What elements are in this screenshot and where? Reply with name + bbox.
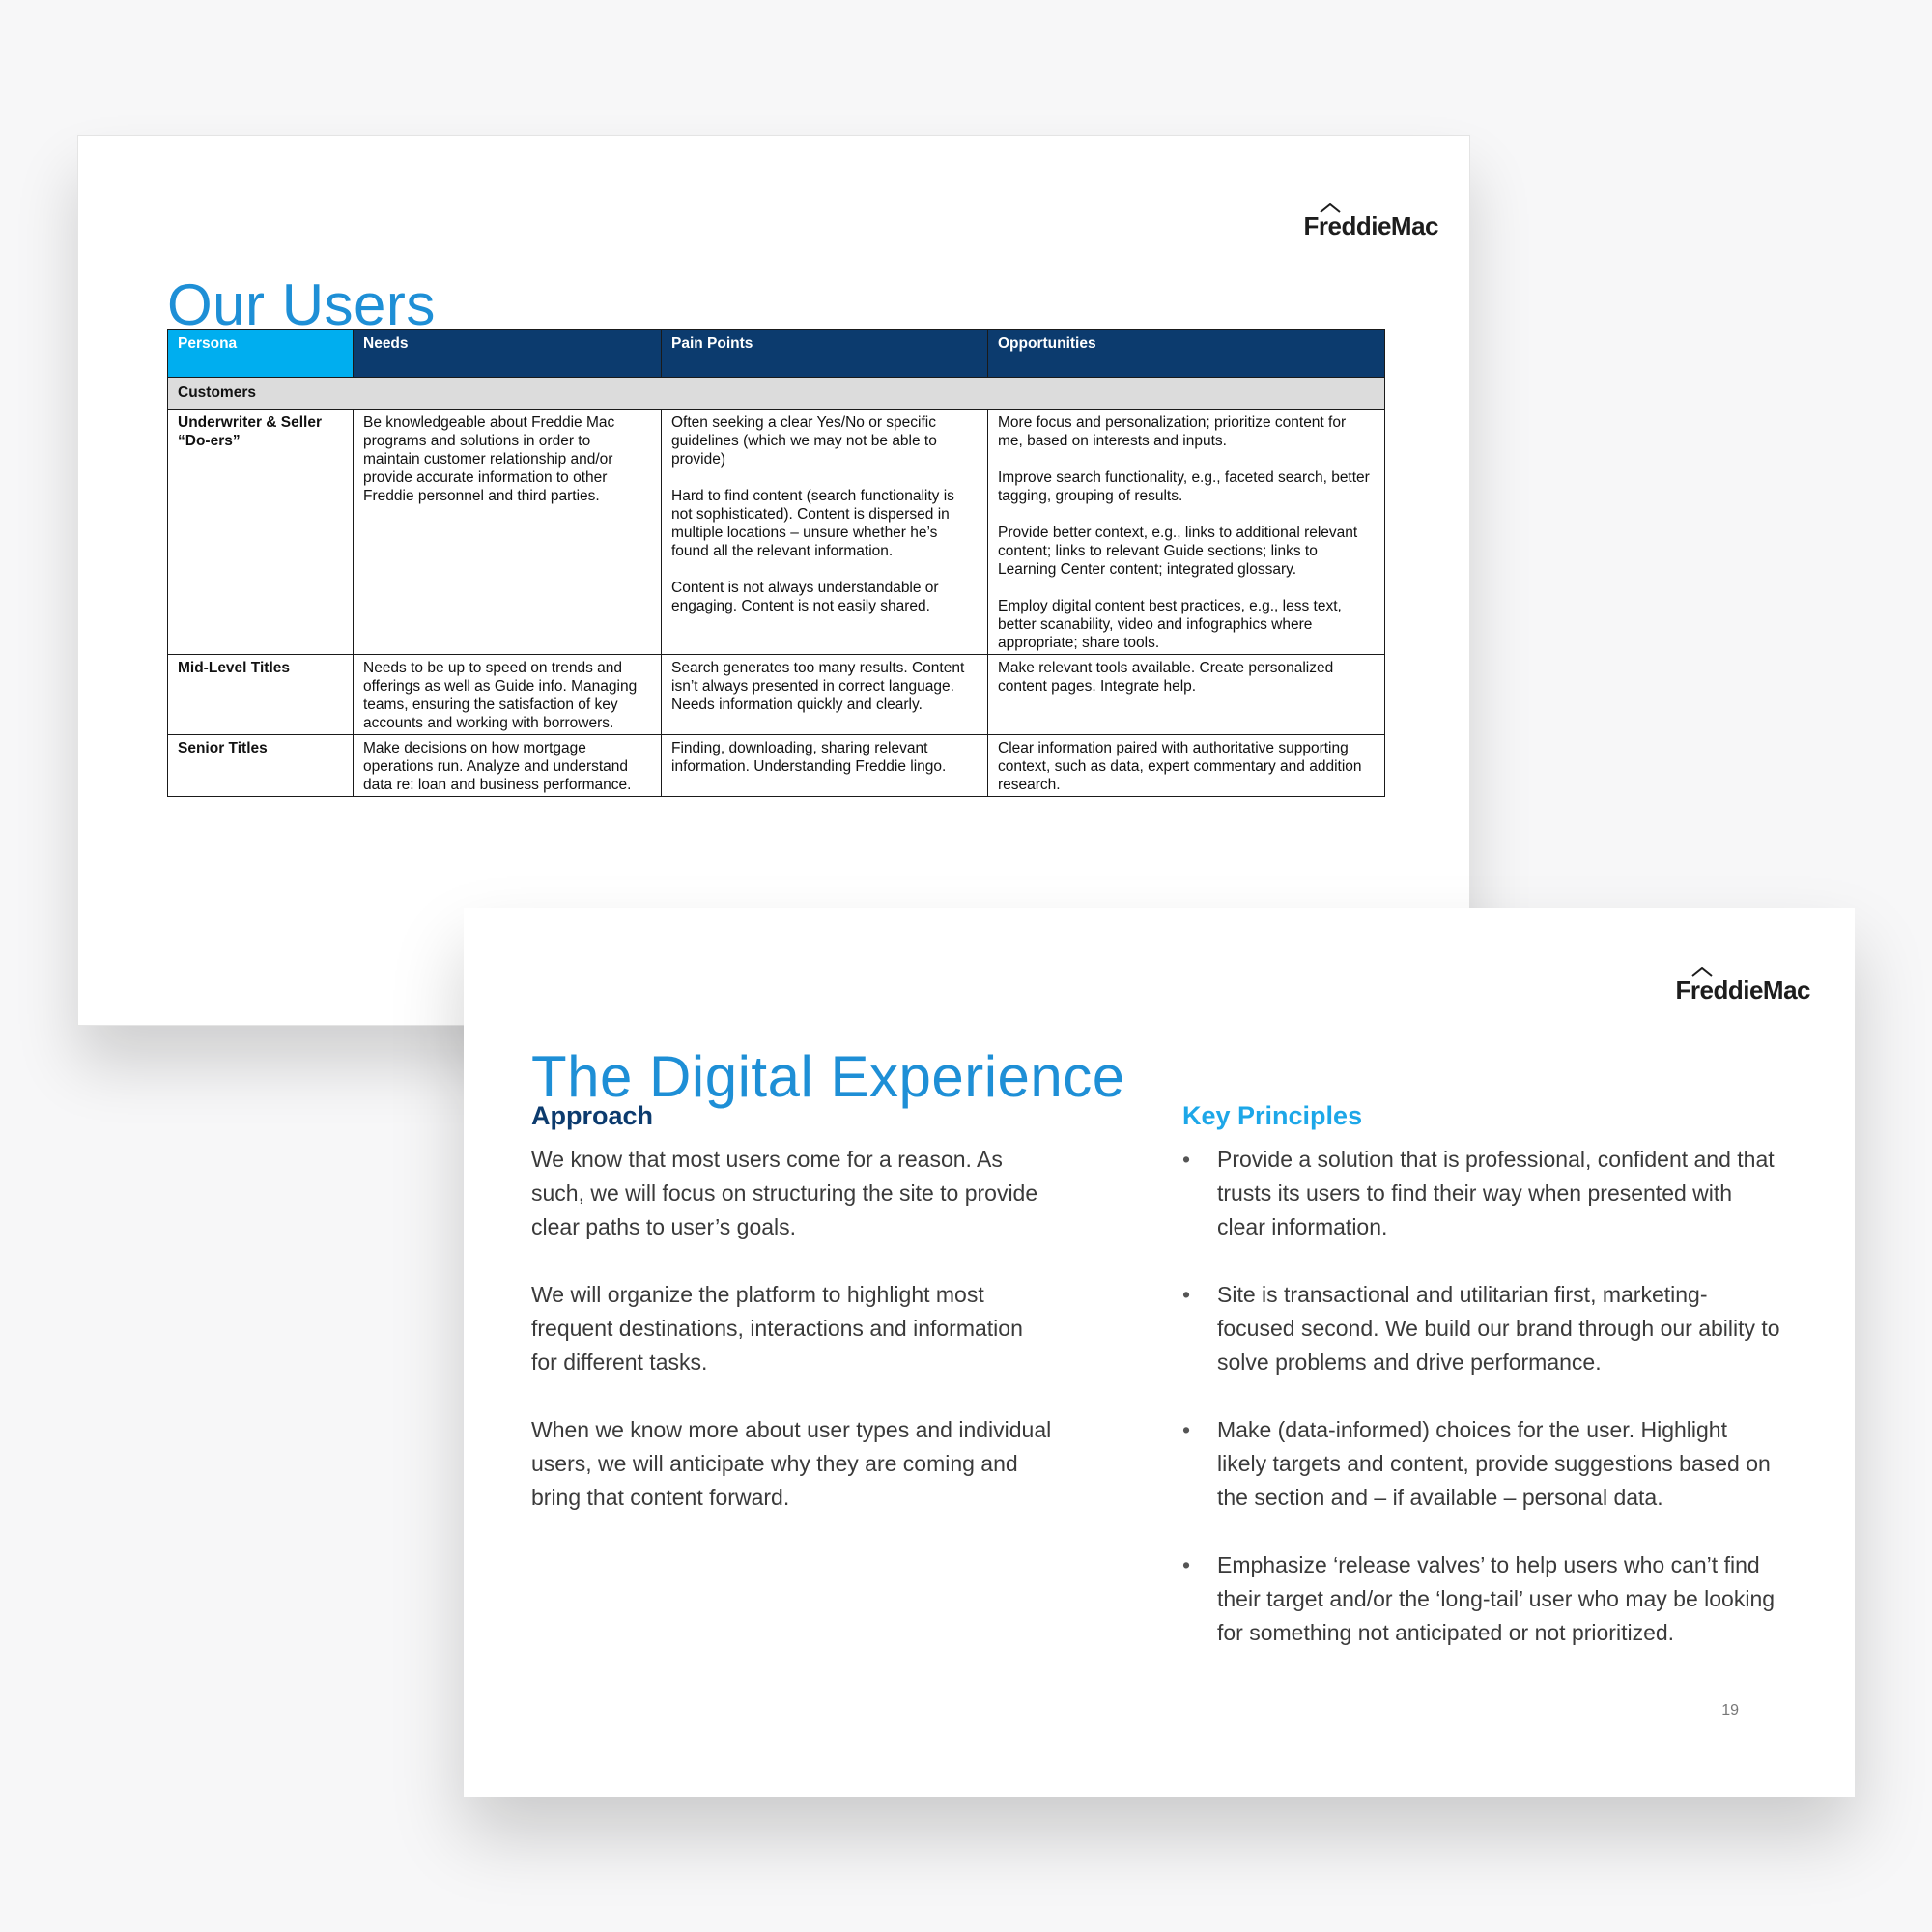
page-title: The Digital Experience <box>531 1044 1125 1110</box>
pain-points-cell: Finding, downloading, sharing relevant i… <box>661 734 988 797</box>
persona-cell: Senior Titles <box>167 734 354 797</box>
table-header-row: Persona Needs Pain Points Opportunities <box>167 329 1385 378</box>
cell-paragraph: Make decisions on how mortgage operation… <box>363 740 632 793</box>
approach-heading: Approach <box>531 1101 654 1130</box>
bullet-icon: • <box>1182 1282 1191 1307</box>
table-row: Mid-Level Titles Needs to be up to speed … <box>167 654 1385 735</box>
principle-item: • Emphasize ‘release valves’ to help user… <box>1182 1548 1781 1650</box>
persona-cell: Underwriter & Seller “Do-ers” <box>167 409 354 655</box>
cell-paragraph: Provide better context, e.g., links to a… <box>998 525 1358 578</box>
persona-cell: Mid-Level Titles <box>167 654 354 735</box>
principle-text: Provide a solution that is professional,… <box>1217 1147 1775 1239</box>
principle-item: • Make (data-informed) choices for the us… <box>1182 1413 1781 1515</box>
opportunities-cell: Make relevant tools available. Create pe… <box>987 654 1385 735</box>
slide-digital-experience: FreddieMac The Digital Experience Approa… <box>464 908 1855 1797</box>
column-header: Opportunities <box>987 329 1385 378</box>
page-number: 19 <box>1721 1702 1739 1719</box>
pain-points-cell: Often seeking a clear Yes/No or specific… <box>661 409 988 655</box>
key-principles-list: • Provide a solution that is professional… <box>1182 1143 1781 1650</box>
approach-paragraphs: We know that most users come for a reaso… <box>531 1143 1053 1515</box>
table-row: Senior Titles Make decisions on how mortg… <box>167 734 1385 797</box>
cell-paragraph: Improve search functionality, e.g., face… <box>998 469 1370 504</box>
cell-paragraph: Often seeking a clear Yes/No or specific… <box>671 414 937 468</box>
column-header: Persona <box>167 329 354 378</box>
cell-paragraph: More focus and personalization; prioriti… <box>998 414 1347 449</box>
group-label: Customers <box>167 377 1385 410</box>
approach-paragraph: We will organize the platform to highlig… <box>531 1282 1023 1375</box>
logo-text: FreddieMac <box>1675 976 1811 1005</box>
logo-text: FreddieMac <box>1303 212 1439 241</box>
key-principles-heading: Key Principles <box>1182 1101 1363 1130</box>
roof-icon <box>1690 967 1713 977</box>
principle-text: Site is transactional and utilitarian fi… <box>1217 1282 1780 1375</box>
cell-paragraph: Needs to be up to speed on trends and of… <box>363 660 638 731</box>
approach-column: Approach We know that most users come fo… <box>531 1101 1053 1548</box>
approach-paragraph: When we know more about user types and i… <box>531 1417 1052 1510</box>
cell-paragraph: Finding, downloading, sharing relevant i… <box>671 740 947 775</box>
pain-points-cell: Search generates too many results. Conte… <box>661 654 988 735</box>
cell-paragraph: Hard to find content (search functionali… <box>671 488 954 559</box>
principle-text: Emphasize ‘release valves’ to help users… <box>1217 1552 1776 1645</box>
group-row: Customers <box>167 377 1385 410</box>
principle-item: • Provide a solution that is professional… <box>1182 1143 1781 1244</box>
roof-icon <box>1319 203 1341 213</box>
freddie-mac-logo: FreddieMac <box>1303 203 1439 242</box>
bullet-icon: • <box>1182 1552 1191 1577</box>
opportunities-cell: Clear information paired with authoritat… <box>987 734 1385 797</box>
needs-cell: Be knowledgeable about Freddie Mac progr… <box>353 409 662 655</box>
column-header: Pain Points <box>661 329 988 378</box>
needs-cell: Make decisions on how mortgage operation… <box>353 734 662 797</box>
cell-paragraph: Make relevant tools available. Create pe… <box>998 660 1334 695</box>
principle-item: • Site is transactional and utilitarian f… <box>1182 1278 1781 1379</box>
cell-paragraph: Clear information paired with authoritat… <box>998 740 1362 793</box>
users-table: Persona Needs Pain Points Opportunities … <box>167 329 1385 797</box>
cell-paragraph: Be knowledgeable about Freddie Mac progr… <box>363 414 615 504</box>
opportunities-cell: More focus and personalization; prioriti… <box>987 409 1385 655</box>
needs-cell: Needs to be up to speed on trends and of… <box>353 654 662 735</box>
bullet-icon: • <box>1182 1417 1191 1442</box>
column-header: Needs <box>353 329 662 378</box>
approach-paragraph: We know that most users come for a reaso… <box>531 1147 1038 1239</box>
page-title: Our Users <box>167 272 436 338</box>
table-row: Underwriter & Seller “Do-ers” Be knowledg… <box>167 409 1385 655</box>
key-principles-column: Key Principles • Provide a solution that … <box>1182 1101 1781 1684</box>
cell-paragraph: Search generates too many results. Conte… <box>671 660 965 713</box>
freddie-mac-logo: FreddieMac <box>1675 967 1811 1006</box>
cell-paragraph: Employ digital content best practices, e… <box>998 598 1342 651</box>
cell-paragraph: Content is not always understandable or … <box>671 580 939 614</box>
bullet-icon: • <box>1182 1147 1191 1172</box>
slide-our-users: FreddieMac Our Users Persona Needs Pain … <box>77 135 1470 1026</box>
principle-text: Make (data-informed) choices for the use… <box>1217 1417 1771 1510</box>
